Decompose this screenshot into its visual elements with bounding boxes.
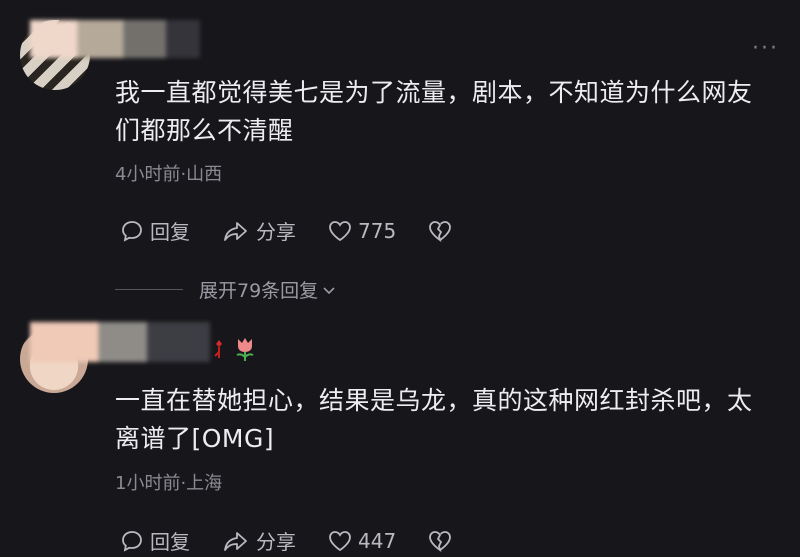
comment-text-line: 离谱了[OMG] [115,424,275,453]
broken-heart-icon [428,530,452,552]
share-button[interactable]: 分享 [222,216,296,245]
chevron-down-icon [322,279,336,301]
heart-icon [328,220,352,242]
more-icon[interactable]: ··· [752,36,779,61]
reply-button[interactable]: 回复 [120,526,190,555]
share-icon [222,529,250,553]
dislike-button[interactable] [428,530,452,552]
expand-replies[interactable]: 展开79条回复 [115,276,336,303]
share-label: 分享 [256,220,296,244]
comment-actions: 回复 分享 447 [120,526,452,555]
dislike-button[interactable] [428,220,452,242]
broken-heart-icon [428,220,452,242]
username-redacted[interactable] [30,322,210,362]
divider [115,289,183,290]
comment-actions: 回复 分享 775 [120,216,452,245]
username-redacted[interactable] [30,20,200,58]
share-icon [222,219,250,243]
heart-icon [328,530,352,552]
like-count: 447 [358,528,397,553]
comment-text-line: 我一直都觉得美七是为了流量，剧本，不知道为什么网友 [115,78,753,107]
comment-text: 一直在替她担心，结果是乌龙，真的这种网红封杀吧，太 离谱了[OMG] [115,382,785,458]
reply-label: 回复 [150,530,190,554]
expand-replies-label: 展开79条回复 [199,280,319,302]
share-label: 分享 [256,530,296,554]
comment-meta: 4小时前·山西 [115,164,223,185]
tulip-icon [234,336,256,366]
rose-icon [212,338,226,364]
comment-text-line: 一直在替她担心，结果是乌龙，真的这种网红封杀吧，太 [115,386,753,415]
reply-label: 回复 [150,220,190,244]
comment-meta: 1小时前·上海 [115,473,223,494]
like-button[interactable]: 447 [328,529,396,553]
reply-icon [120,529,144,553]
comment-text-line: 们都那么不清醒 [115,116,294,145]
like-button[interactable]: 775 [328,219,396,243]
share-button[interactable]: 分享 [222,526,296,555]
reply-icon [120,219,144,243]
reply-button[interactable]: 回复 [120,216,190,245]
like-count: 775 [358,218,397,243]
comment-text: 我一直都觉得美七是为了流量，剧本，不知道为什么网友 们都那么不清醒 [115,74,785,150]
